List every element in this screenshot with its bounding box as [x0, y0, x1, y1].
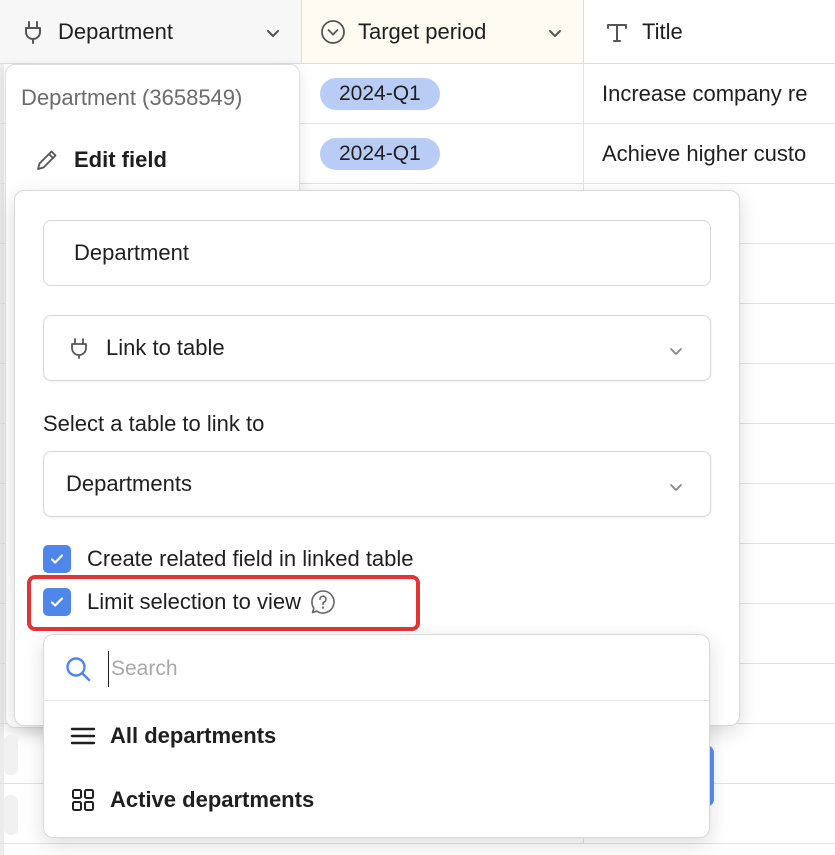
search-icon: [64, 655, 92, 683]
column-header-label: Department: [58, 18, 173, 44]
period-pill: 2024-Q1: [320, 78, 440, 110]
field-type-value: Link to table: [106, 335, 225, 360]
title-cell[interactable]: Increase company re: [584, 64, 835, 124]
chevron-down-icon[interactable]: [547, 22, 563, 48]
edit-field-label: Edit field: [74, 147, 167, 172]
column-header-department[interactable]: Department: [0, 0, 302, 64]
create-related-field-option[interactable]: Create related field in linked table: [43, 545, 414, 573]
linked-table-value: Departments: [66, 471, 192, 496]
field-name-input[interactable]: Department: [43, 220, 711, 286]
column-header-target-period[interactable]: Target period: [302, 0, 584, 64]
create-related-checkbox[interactable]: [43, 545, 71, 573]
target-period-cell[interactable]: 2024-Q1: [302, 64, 584, 124]
text-field-icon: [604, 19, 630, 45]
column-header-label: Target period: [358, 18, 487, 44]
title-cell[interactable]: Achieve higher custo: [584, 124, 835, 184]
target-period-cell[interactable]: 2024-Q1: [302, 124, 584, 184]
view-option-all-departments[interactable]: All departments: [70, 723, 276, 749]
column-header-title[interactable]: Title: [584, 0, 835, 64]
field-type-select[interactable]: Link to table: [43, 315, 711, 381]
list-icon: [70, 723, 96, 749]
view-select-dropdown: All departments Active departments: [43, 634, 710, 838]
highlight-annotation: [27, 575, 420, 631]
chevron-down-icon: [668, 476, 684, 502]
view-option-label: All departments: [110, 723, 277, 748]
column-header-label: Title: [642, 18, 683, 44]
pencil-icon: [34, 147, 60, 173]
field-name-value: Department: [74, 240, 189, 265]
checkmark-icon: [50, 554, 64, 564]
edit-field-menu-item[interactable]: Edit field: [34, 147, 167, 173]
view-search-row: [44, 635, 709, 701]
view-option-label: Active departments: [110, 787, 315, 812]
view-option-active-departments[interactable]: Active departments: [70, 787, 314, 813]
create-related-label: Create related field in linked table: [87, 546, 414, 571]
select-table-label: Select a table to link to: [43, 411, 265, 436]
chevron-down-icon[interactable]: [265, 22, 281, 48]
link-field-icon: [20, 19, 46, 45]
grid-icon: [70, 787, 96, 813]
link-field-icon: [66, 335, 92, 361]
chevron-down-icon: [668, 340, 684, 366]
single-select-icon: [320, 19, 346, 45]
context-menu-title: Department (3658549): [21, 85, 243, 110]
cancel-button-edge[interactable]: [4, 735, 18, 775]
linked-table-select[interactable]: Departments: [43, 451, 711, 517]
view-search-input[interactable]: [108, 651, 688, 687]
period-pill: 2024-Q1: [320, 138, 440, 170]
secondary-button-edge[interactable]: [4, 795, 18, 835]
